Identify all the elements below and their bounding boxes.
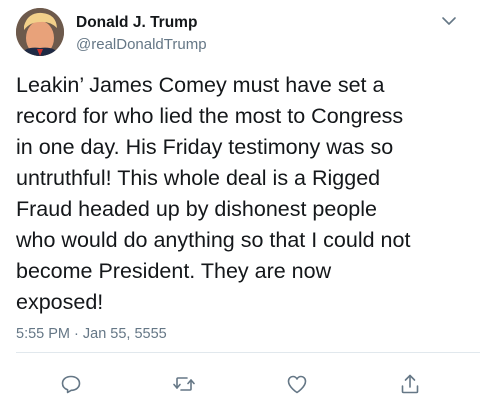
- author-handle[interactable]: @realDonaldTrump: [76, 36, 207, 53]
- avatar[interactable]: [16, 8, 64, 56]
- tweet-text: Leakin’ James Comey must have set a reco…: [16, 73, 411, 314]
- share-icon[interactable]: [398, 372, 422, 396]
- author-name[interactable]: Donald J. Trump: [76, 14, 197, 32]
- tweet-timestamp[interactable]: 5:55 PM · Jan 55, 5555: [16, 326, 167, 342]
- retweet-icon[interactable]: [172, 372, 196, 396]
- divider: [16, 352, 480, 353]
- chevron-down-icon[interactable]: [440, 12, 458, 30]
- tweet-card: Donald J. Trump @realDonaldTrump Leakin’…: [0, 0, 480, 410]
- heart-icon[interactable]: [285, 372, 309, 396]
- reply-icon[interactable]: [59, 372, 83, 396]
- avatar-image: [16, 8, 64, 56]
